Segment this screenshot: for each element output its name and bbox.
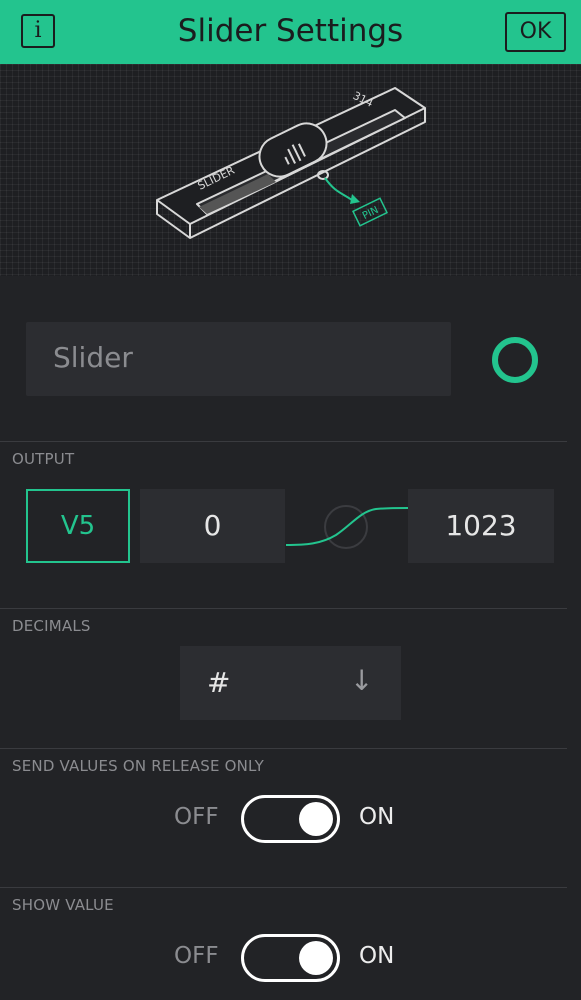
widget-name-value: Slider [53, 341, 133, 374]
decimals-dropdown[interactable]: # ↓ [180, 646, 401, 720]
arrow-down-icon: ↓ [350, 664, 374, 697]
divider [0, 608, 567, 609]
page-title: Slider Settings [177, 13, 404, 49]
show-value-toggle[interactable] [241, 934, 340, 982]
decimals-section-label: DECIMALS [12, 617, 91, 635]
send-on-release-toggle[interactable] [241, 795, 340, 843]
pin-tag-label: PIN [361, 205, 381, 222]
toggle-knob [299, 941, 333, 975]
divider [0, 441, 567, 442]
output-section-label: OUTPUT [12, 450, 75, 468]
slider-illustration-graphic: PIN SLIDER 314 [156, 87, 426, 239]
divider [0, 748, 567, 749]
toggle-knob [299, 802, 333, 836]
mapping-curve-icon[interactable] [286, 489, 408, 563]
divider [0, 887, 567, 888]
send-on-release-off-label: OFF [174, 804, 219, 830]
max-value-input[interactable]: 1023 [408, 489, 554, 563]
show-value-label: SHOW VALUE [12, 896, 114, 914]
ok-button[interactable]: OK [505, 12, 566, 52]
send-on-release-on-label: ON [359, 804, 395, 830]
color-picker-button[interactable] [492, 337, 538, 383]
widget-name-input[interactable]: Slider [26, 322, 451, 396]
pin-selector[interactable]: V5 [26, 489, 130, 563]
decimals-value: # [207, 666, 231, 699]
show-value-on-label: ON [359, 943, 395, 969]
show-value-off-label: OFF [174, 943, 219, 969]
min-value-input[interactable]: 0 [140, 489, 285, 563]
send-on-release-label: SEND VALUES ON RELEASE ONLY [12, 757, 264, 775]
widget-illustration: PIN SLIDER 314 [0, 64, 581, 276]
header-bar: i Slider Settings OK [0, 0, 581, 64]
